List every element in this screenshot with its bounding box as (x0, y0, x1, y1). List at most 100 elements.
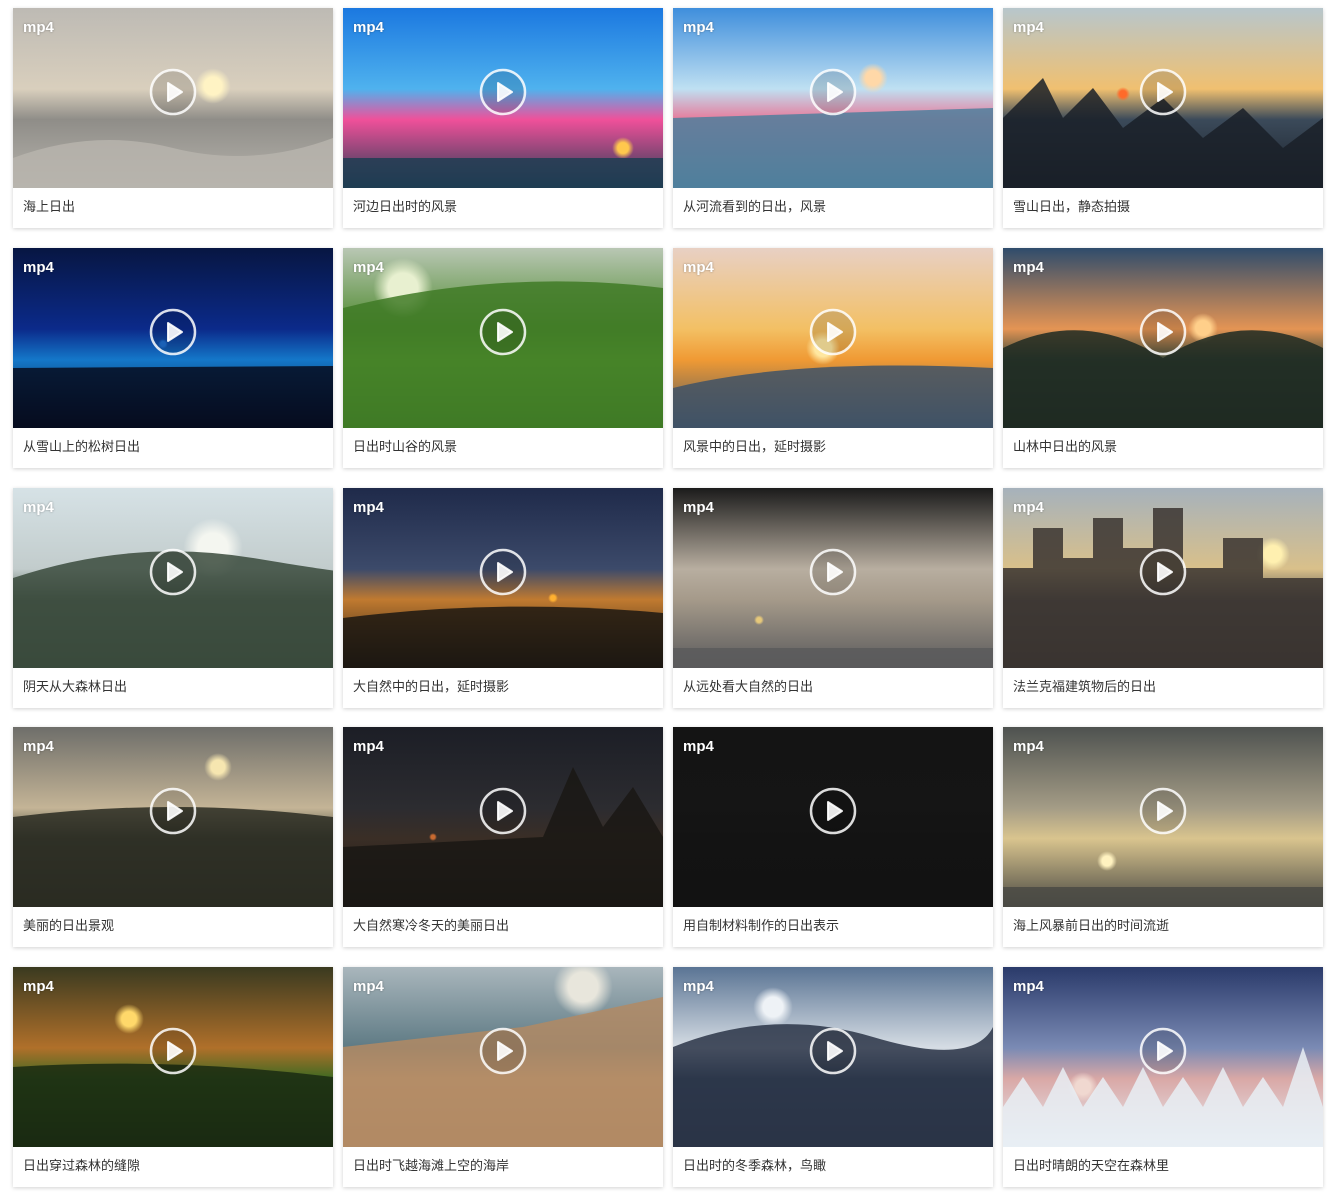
play-circle-icon[interactable] (149, 1027, 197, 1075)
video-title[interactable]: 用自制材料制作的日出表示 (673, 907, 993, 947)
format-badge: mp4 (1013, 258, 1044, 276)
video-thumbnail[interactable]: mp4 (1003, 487, 1323, 668)
video-title[interactable]: 雪山日出，静态拍摄 (1003, 188, 1323, 228)
video-card[interactable]: mp4 日出时山谷的风景 (343, 247, 663, 468)
video-title[interactable]: 日出时山谷的风景 (343, 428, 663, 468)
video-thumbnail[interactable]: mp4 (13, 8, 333, 188)
video-title[interactable]: 日出时晴朗的天空在森林里 (1003, 1147, 1323, 1187)
play-circle-icon[interactable] (149, 548, 197, 596)
video-card[interactable]: mp4 日出时晴朗的天空在森林里 (1003, 967, 1323, 1187)
format-badge: mp4 (1013, 19, 1044, 36)
video-title[interactable]: 海上日出 (13, 188, 333, 228)
video-card[interactable]: mp4 法兰克福建筑物后的日出 (1003, 487, 1323, 708)
format-badge: mp4 (683, 738, 714, 756)
video-grid: mp4 海上日出 mp4 河边日出时的风景 mp4 从河流看到的日出，风景 mp4 雪山日出，… (13, 8, 1323, 1187)
video-title[interactable]: 日出时飞越海滩上空的海岸 (343, 1147, 663, 1187)
video-card[interactable]: mp4 日出时飞越海滩上空的海岸 (343, 967, 663, 1187)
video-thumbnail[interactable]: mp4 (343, 8, 663, 188)
play-circle-icon[interactable] (479, 1027, 527, 1075)
video-card[interactable]: mp4 风景中的日出，延时摄影 (673, 247, 993, 468)
video-card[interactable]: mp4 用自制材料制作的日出表示 (673, 727, 993, 948)
video-thumbnail[interactable]: mp4 (1003, 967, 1323, 1147)
play-circle-icon[interactable] (479, 787, 527, 835)
format-badge: mp4 (23, 498, 54, 516)
play-circle-icon[interactable] (1139, 308, 1187, 356)
play-circle-icon[interactable] (809, 1027, 857, 1075)
format-badge: mp4 (353, 19, 384, 36)
play-circle-icon[interactable] (149, 68, 197, 116)
video-title[interactable]: 大自然中的日出，延时摄影 (343, 668, 663, 708)
video-card[interactable]: mp4 阴天从大森林日出 (13, 487, 333, 708)
format-badge: mp4 (23, 258, 54, 276)
video-title[interactable]: 大自然寒冷冬天的美丽日出 (343, 907, 663, 947)
video-thumbnail[interactable]: mp4 (673, 487, 993, 668)
video-title[interactable]: 美丽的日出景观 (13, 907, 333, 947)
video-card[interactable]: mp4 海上风暴前日出的时间流逝 (1003, 727, 1323, 948)
video-thumbnail[interactable]: mp4 (1003, 247, 1323, 428)
format-badge: mp4 (1013, 978, 1044, 995)
video-title[interactable]: 从雪山上的松树日出 (13, 428, 333, 468)
video-card[interactable]: mp4 海上日出 (13, 8, 333, 228)
video-thumbnail[interactable]: mp4 (673, 247, 993, 428)
format-badge: mp4 (353, 978, 384, 995)
video-title[interactable]: 山林中日出的风景 (1003, 428, 1323, 468)
play-circle-icon[interactable] (149, 787, 197, 835)
video-thumbnail[interactable]: mp4 (13, 967, 333, 1147)
video-card[interactable]: mp4 大自然寒冷冬天的美丽日出 (343, 727, 663, 948)
video-title[interactable]: 法兰克福建筑物后的日出 (1003, 668, 1323, 708)
format-badge: mp4 (23, 738, 54, 756)
video-thumbnail[interactable]: mp4 (673, 8, 993, 188)
play-circle-icon[interactable] (809, 787, 857, 835)
play-circle-icon[interactable] (1139, 1027, 1187, 1075)
format-badge: mp4 (683, 498, 714, 516)
video-card[interactable]: mp4 美丽的日出景观 (13, 727, 333, 948)
video-card[interactable]: mp4 从河流看到的日出，风景 (673, 8, 993, 228)
play-circle-icon[interactable] (479, 68, 527, 116)
video-thumbnail[interactable]: mp4 (673, 967, 993, 1147)
play-circle-icon[interactable] (149, 308, 197, 356)
format-badge: mp4 (23, 978, 54, 995)
play-circle-icon[interactable] (809, 308, 857, 356)
video-title[interactable]: 阴天从大森林日出 (13, 668, 333, 708)
video-card[interactable]: mp4 大自然中的日出，延时摄影 (343, 487, 663, 708)
video-card[interactable]: mp4 日出穿过森林的缝隙 (13, 967, 333, 1187)
play-circle-icon[interactable] (809, 548, 857, 596)
video-thumbnail[interactable]: mp4 (1003, 727, 1323, 908)
play-circle-icon[interactable] (1139, 787, 1187, 835)
video-card[interactable]: mp4 雪山日出，静态拍摄 (1003, 8, 1323, 228)
format-badge: mp4 (1013, 498, 1044, 516)
video-thumbnail[interactable]: mp4 (343, 967, 663, 1147)
video-card[interactable]: mp4 从远处看大自然的日出 (673, 487, 993, 708)
format-badge: mp4 (353, 738, 384, 756)
format-badge: mp4 (683, 258, 714, 276)
video-title[interactable]: 日出时的冬季森林，鸟瞰 (673, 1147, 993, 1187)
format-badge: mp4 (23, 19, 54, 36)
video-card[interactable]: mp4 河边日出时的风景 (343, 8, 663, 228)
play-circle-icon[interactable] (479, 548, 527, 596)
play-circle-icon[interactable] (1139, 548, 1187, 596)
video-thumbnail[interactable]: mp4 (13, 727, 333, 908)
video-thumbnail[interactable]: mp4 (343, 487, 663, 668)
format-badge: mp4 (1013, 738, 1044, 756)
video-thumbnail[interactable]: mp4 (343, 247, 663, 428)
video-title[interactable]: 风景中的日出，延时摄影 (673, 428, 993, 468)
video-card[interactable]: mp4 日出时的冬季森林，鸟瞰 (673, 967, 993, 1187)
video-thumbnail[interactable]: mp4 (13, 247, 333, 428)
format-badge: mp4 (353, 498, 384, 516)
video-thumbnail[interactable]: mp4 (673, 727, 993, 908)
format-badge: mp4 (353, 258, 384, 276)
video-title[interactable]: 海上风暴前日出的时间流逝 (1003, 907, 1323, 947)
video-title[interactable]: 河边日出时的风景 (343, 188, 663, 228)
video-thumbnail[interactable]: mp4 (1003, 8, 1323, 188)
video-title[interactable]: 从河流看到的日出，风景 (673, 188, 993, 228)
play-circle-icon[interactable] (479, 308, 527, 356)
format-badge: mp4 (683, 978, 714, 995)
play-circle-icon[interactable] (1139, 68, 1187, 116)
video-title[interactable]: 从远处看大自然的日出 (673, 668, 993, 708)
video-card[interactable]: mp4 山林中日出的风景 (1003, 247, 1323, 468)
video-thumbnail[interactable]: mp4 (13, 487, 333, 668)
video-title[interactable]: 日出穿过森林的缝隙 (13, 1147, 333, 1187)
video-thumbnail[interactable]: mp4 (343, 727, 663, 908)
video-card[interactable]: mp4 从雪山上的松树日出 (13, 247, 333, 468)
play-circle-icon[interactable] (809, 68, 857, 116)
